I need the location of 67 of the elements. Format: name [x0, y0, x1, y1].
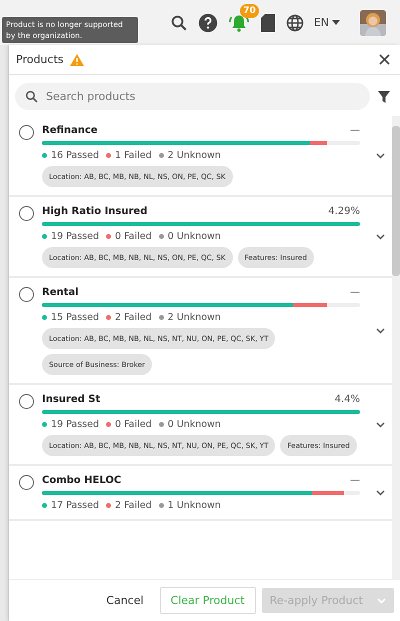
product-name: Refinance: [42, 125, 98, 136]
status-dot: [106, 422, 112, 427]
chevron-down-icon[interactable]: [376, 234, 384, 240]
count-label: 19 Passed: [51, 419, 100, 430]
product-name: Insured St: [42, 394, 100, 405]
bell-icon[interactable]: [228, 12, 250, 32]
product-rate: —: [350, 475, 360, 486]
status-dot: [42, 234, 47, 239]
search-input[interactable]: Search products: [44, 89, 360, 104]
close-icon[interactable]: [379, 54, 390, 65]
status-dot: [158, 422, 164, 427]
count-label: 19 Passed: [51, 231, 100, 242]
radio-button[interactable]: [19, 394, 34, 409]
product-name: High Ratio Insured: [42, 206, 148, 217]
chevron-down-icon[interactable]: [376, 328, 384, 334]
count-label: 0 Unknown: [168, 231, 221, 242]
notification-badge: 70: [240, 4, 259, 18]
count-label: 0 Failed: [115, 231, 152, 242]
scrollbar[interactable]: [392, 116, 400, 579]
count-label: 2 Unknown: [168, 150, 221, 161]
product-rate: —: [350, 287, 360, 298]
status-dot: [42, 153, 47, 158]
radio-button[interactable]: [19, 287, 34, 302]
search-field[interactable]: Search products: [15, 83, 370, 110]
cancel-button[interactable]: Cancel: [96, 588, 154, 613]
count-label: 0 Unknown: [168, 419, 221, 430]
count-label: 2 Failed: [115, 500, 152, 511]
caret-icon: [377, 598, 386, 604]
help-icon[interactable]: [198, 12, 218, 32]
status-dot: [42, 503, 47, 508]
panel-title: Products: [16, 53, 64, 66]
product-name: Rental: [42, 287, 79, 298]
status-dot: [106, 503, 112, 508]
product-rate: —: [350, 125, 360, 136]
product-rate: 4.29%: [328, 206, 360, 217]
product-name: Combo HELOC: [42, 475, 122, 486]
count-label: 2 Unknown: [168, 312, 221, 323]
status-dot: [158, 503, 164, 508]
caret-icon: [332, 20, 340, 25]
chevron-down-icon[interactable]: [376, 422, 384, 428]
status-dot: [158, 153, 164, 158]
search-icon: [25, 90, 38, 103]
status-dot: [158, 315, 164, 320]
status-dot: [106, 315, 112, 320]
chevron-down-icon[interactable]: [376, 490, 384, 496]
chevron-down-icon[interactable]: [376, 153, 384, 159]
globe-icon[interactable]: [286, 14, 304, 32]
document-icon[interactable]: [260, 12, 276, 32]
count-label: 1 Failed: [115, 150, 152, 161]
count-label: 17 Passed: [51, 500, 100, 511]
radio-button[interactable]: [19, 475, 34, 490]
status-dot: [106, 234, 112, 239]
count-label: 16 Passed: [51, 150, 100, 161]
count-label: 2 Failed: [115, 312, 152, 323]
language-select[interactable]: EN: [314, 16, 340, 29]
status-dot: [42, 422, 47, 427]
count-label: 1 Unknown: [168, 500, 221, 511]
count-label: 0 Failed: [115, 419, 152, 430]
status-dot: [158, 234, 164, 239]
product-rate: 4.4%: [334, 394, 360, 405]
status-dot: [106, 153, 112, 158]
radio-button[interactable]: [19, 206, 34, 221]
radio-button[interactable]: [19, 125, 34, 140]
search-icon[interactable]: [170, 14, 188, 32]
count-label: 15 Passed: [51, 312, 100, 323]
status-dot: [42, 315, 47, 320]
filter-icon[interactable]: [378, 90, 390, 102]
